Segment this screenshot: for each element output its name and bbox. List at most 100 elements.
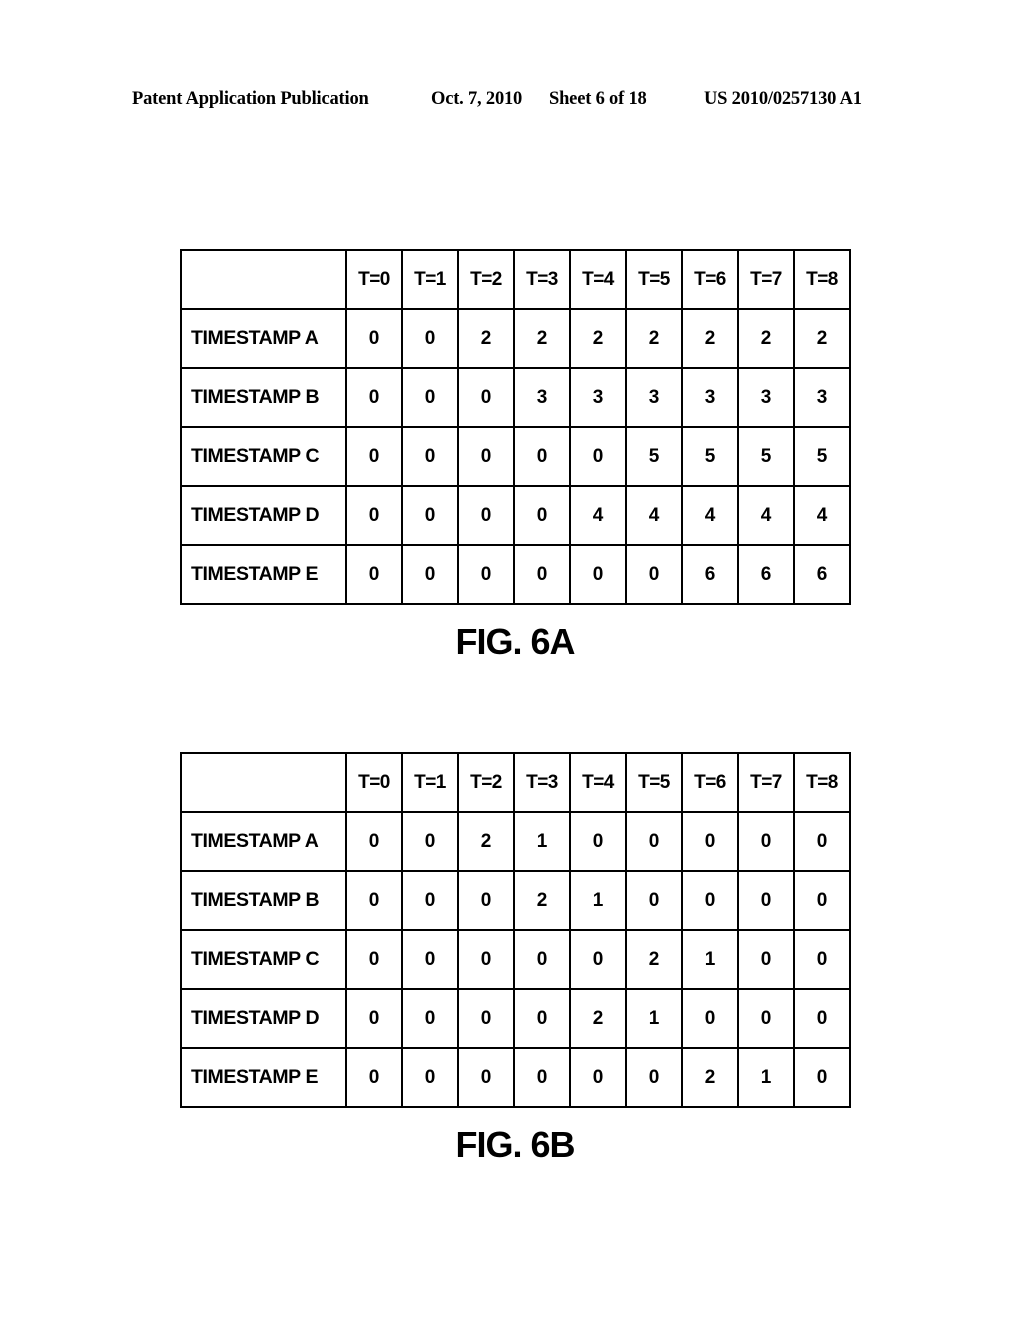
corner-cell (180, 249, 347, 310)
value-cell: 2 (457, 308, 515, 369)
value-cell: 0 (681, 811, 739, 872)
value-cell: 0 (793, 988, 851, 1049)
table-row: TIMESTAMP C000002100 (180, 929, 851, 990)
value-cell: 0 (457, 1047, 515, 1108)
row-label: TIMESTAMP B (180, 367, 347, 428)
figure-caption-6b: FIG. 6B (455, 1124, 575, 1165)
column-header: T=6 (681, 752, 739, 813)
column-header: T=4 (569, 752, 627, 813)
value-cell: 0 (345, 308, 403, 369)
value-cell: 0 (345, 426, 403, 487)
value-cell: 0 (513, 929, 571, 990)
value-cell: 0 (401, 1047, 459, 1108)
table-row: TIMESTAMP E000000666 (180, 544, 851, 605)
column-header: T=2 (457, 752, 515, 813)
column-header: T=5 (625, 752, 683, 813)
value-cell: 0 (401, 426, 459, 487)
publication-date: Oct. 7, 2010 (431, 89, 523, 109)
value-cell: 3 (513, 367, 571, 428)
table-row: TIMESTAMP D000044444 (180, 485, 851, 546)
value-cell: 0 (401, 929, 459, 990)
value-cell: 0 (737, 929, 795, 990)
value-cell: 0 (513, 485, 571, 546)
column-header: T=8 (793, 752, 851, 813)
row-label: TIMESTAMP C (180, 929, 347, 990)
value-cell: 3 (625, 367, 683, 428)
page-header: Patent Application Publication Oct. 7, 2… (0, 89, 1024, 113)
value-cell: 0 (737, 870, 795, 931)
value-cell: 0 (457, 544, 515, 605)
value-cell: 3 (681, 367, 739, 428)
column-header: T=5 (625, 249, 683, 310)
table-fig-6a: T=0 T=1 T=2 T=3 T=4 T=5 T=6 T=7 T=8 TIMESTAMP A00… (180, 249, 851, 605)
value-cell: 1 (569, 870, 627, 931)
value-cell: 1 (625, 988, 683, 1049)
value-cell: 0 (345, 988, 403, 1049)
value-cell: 0 (513, 544, 571, 605)
column-header: T=3 (513, 752, 571, 813)
column-header: T=0 (345, 752, 403, 813)
row-label: TIMESTAMP E (180, 544, 347, 605)
column-header: T=1 (401, 752, 459, 813)
column-header: T=4 (569, 249, 627, 310)
value-cell: 0 (345, 870, 403, 931)
value-cell: 0 (457, 988, 515, 1049)
value-cell: 4 (737, 485, 795, 546)
value-cell: 3 (569, 367, 627, 428)
value-cell: 0 (737, 811, 795, 872)
table-fig-6b: T=0 T=1 T=2 T=3 T=4 T=5 T=6 T=7 T=8 TIMESTAMP A00… (180, 752, 851, 1108)
value-cell: 0 (625, 870, 683, 931)
value-cell: 2 (681, 1047, 739, 1108)
value-cell: 6 (737, 544, 795, 605)
row-label: TIMESTAMP E (180, 1047, 347, 1108)
value-cell: 1 (681, 929, 739, 990)
value-cell: 0 (569, 1047, 627, 1108)
value-cell: 4 (793, 485, 851, 546)
value-cell: 5 (681, 426, 739, 487)
value-cell: 2 (737, 308, 795, 369)
row-label: TIMESTAMP C (180, 426, 347, 487)
value-cell: 4 (681, 485, 739, 546)
value-cell: 0 (345, 1047, 403, 1108)
value-cell: 0 (569, 811, 627, 872)
publication-label: Patent Application Publication (132, 89, 369, 109)
value-cell: 2 (569, 308, 627, 369)
value-cell: 4 (625, 485, 683, 546)
value-cell: 5 (625, 426, 683, 487)
value-cell: 0 (737, 988, 795, 1049)
value-cell: 0 (457, 367, 515, 428)
table-row: TIMESTAMP C000005555 (180, 426, 851, 487)
table-row: TIMESTAMP E000000210 (180, 1047, 851, 1108)
value-cell: 5 (793, 426, 851, 487)
patent-number: US 2010/0257130 A1 (704, 89, 862, 109)
value-cell: 5 (737, 426, 795, 487)
row-label: TIMESTAMP D (180, 988, 347, 1049)
value-cell: 0 (513, 1047, 571, 1108)
column-header: T=6 (681, 249, 739, 310)
row-label: TIMESTAMP A (180, 811, 347, 872)
value-cell: 2 (625, 308, 683, 369)
value-cell: 0 (569, 426, 627, 487)
value-cell: 0 (401, 544, 459, 605)
value-cell: 0 (345, 367, 403, 428)
value-cell: 2 (457, 811, 515, 872)
value-cell: 1 (513, 811, 571, 872)
table-row: TIMESTAMP D000021000 (180, 988, 851, 1049)
value-cell: 0 (681, 988, 739, 1049)
value-cell: 0 (401, 811, 459, 872)
value-cell: 0 (793, 1047, 851, 1108)
row-label: TIMESTAMP A (180, 308, 347, 369)
value-cell: 0 (401, 870, 459, 931)
value-cell: 0 (793, 811, 851, 872)
header-row: T=0 T=1 T=2 T=3 T=4 T=5 T=6 T=7 T=8 (180, 249, 851, 310)
value-cell: 6 (793, 544, 851, 605)
figure-caption-6a: FIG. 6A (455, 621, 575, 662)
table-row: TIMESTAMP B000210000 (180, 870, 851, 931)
value-cell: 3 (737, 367, 795, 428)
column-header: T=2 (457, 249, 515, 310)
value-cell: 0 (345, 929, 403, 990)
value-cell: 0 (401, 308, 459, 369)
value-cell: 0 (513, 988, 571, 1049)
value-cell: 0 (345, 544, 403, 605)
value-cell: 2 (625, 929, 683, 990)
